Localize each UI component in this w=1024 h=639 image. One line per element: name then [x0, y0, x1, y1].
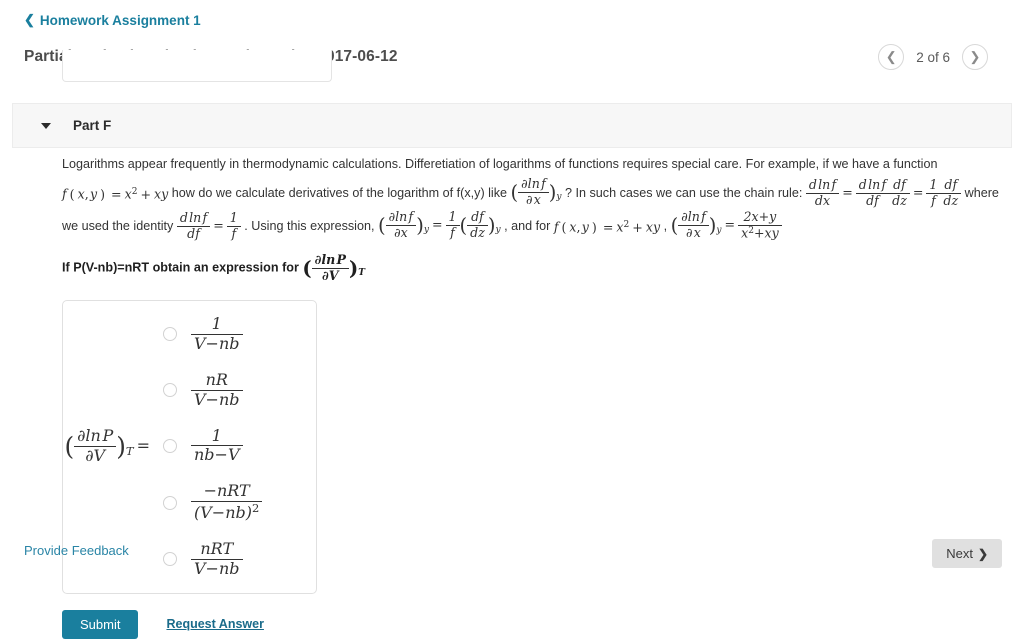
choice-list: 1 V−nb nR V−nb 1 nb−V −nRT (V−nb)2 nRT V…: [159, 314, 263, 579]
radio-button-c[interactable]: [163, 438, 177, 453]
prev-page-button[interactable]: ❮: [878, 44, 905, 70]
expression-math: (∂ln f ∂x)y = 1 f(df dz)y: [377, 209, 501, 241]
caret-down-icon: [41, 122, 51, 129]
identity-math: d ln f df = 1 f: [176, 210, 241, 242]
request-answer-link[interactable]: Request Answer: [166, 617, 263, 631]
next-page-button[interactable]: ❯: [962, 44, 988, 70]
back-to-assignment-link[interactable]: ❮ Homework Assignment 1: [24, 13, 201, 28]
prose-sentence-3: ? In such cases we can use the chain rul…: [565, 185, 803, 200]
choice-b[interactable]: nR V−nb: [163, 370, 262, 410]
function-definition-1: f(x, y) = x2 + xy: [62, 186, 169, 202]
choice-e[interactable]: nRT V−nb: [163, 539, 262, 579]
chevron-left-icon: ❮: [885, 49, 897, 64]
worked-result-math: (∂ln f ∂ x)y = 2x+y x2+xy: [671, 209, 782, 243]
next-button-label: Next: [946, 546, 973, 561]
provide-feedback-link[interactable]: Provide Feedback: [24, 543, 129, 558]
prose-sentence-6: , and for: [504, 219, 551, 234]
pagination: ❮ 2 of 6 ❯: [878, 44, 1000, 70]
chevron-left-icon: ❮: [24, 12, 35, 27]
choice-a[interactable]: 1 V−nb: [163, 314, 262, 354]
choice-d-math: −nRT (V−nb)2: [191, 481, 263, 523]
question-prompt: If P(V-nb)=nRT obtain an expression for …: [62, 252, 1000, 284]
choice-e-math: nRT V−nb: [191, 539, 243, 579]
part-f-header[interactable]: Part F: [12, 103, 1012, 148]
radio-button-b[interactable]: [163, 383, 177, 398]
choice-c[interactable]: 1 nb−V: [163, 426, 262, 466]
function-definition-2: f(x, y) = x2 + xy: [553, 219, 661, 235]
action-row: Submit Request Answer: [62, 609, 1000, 639]
part-content: Logarithms appear frequently in thermody…: [0, 152, 1024, 639]
chain-rule-math: d ln f dx = d ln f df df dz = 1 f df dz: [805, 177, 962, 209]
next-button[interactable]: Next ❯: [932, 539, 1002, 568]
problem-statement: Logarithms appear frequently in thermody…: [62, 152, 1000, 243]
choice-b-math: nR V−nb: [191, 370, 243, 410]
prose-sentence-2: how do we calculate derivatives of the l…: [171, 185, 508, 200]
prose-sentence-1: Logarithms appear frequently in thermody…: [62, 157, 938, 171]
question-text: If P(V-nb)=nRT obtain an expression for: [62, 261, 299, 276]
choice-a-math: 1 V−nb: [191, 314, 243, 354]
log-derivative-query: (∂ln f ∂ x)y: [510, 176, 562, 207]
chevron-right-icon: ❯: [977, 546, 988, 561]
radio-button-d[interactable]: [163, 495, 177, 510]
prose-sentence-7: ,: [663, 219, 668, 234]
chevron-right-icon: ❯: [969, 49, 981, 64]
question-math: (∂ln P ∂V)T: [302, 252, 365, 284]
previous-part-box-stub: [62, 50, 332, 82]
page-indicator: 2 of 6: [916, 49, 950, 65]
choice-c-math: 1 nb−V: [191, 426, 243, 466]
part-label: Part F: [73, 118, 112, 133]
submit-button[interactable]: Submit: [62, 609, 139, 639]
answer-lhs: (∂ln P ∂V)T =: [63, 427, 159, 466]
radio-button-a[interactable]: [163, 327, 177, 342]
answer-lhs-math: (∂ln P ∂V)T =: [64, 426, 150, 466]
choice-d[interactable]: −nRT (V−nb)2: [163, 481, 263, 523]
prose-sentence-5: . Using this expression,: [244, 219, 375, 234]
radio-button-e[interactable]: [163, 552, 177, 567]
back-link-label: Homework Assignment 1: [39, 13, 201, 28]
